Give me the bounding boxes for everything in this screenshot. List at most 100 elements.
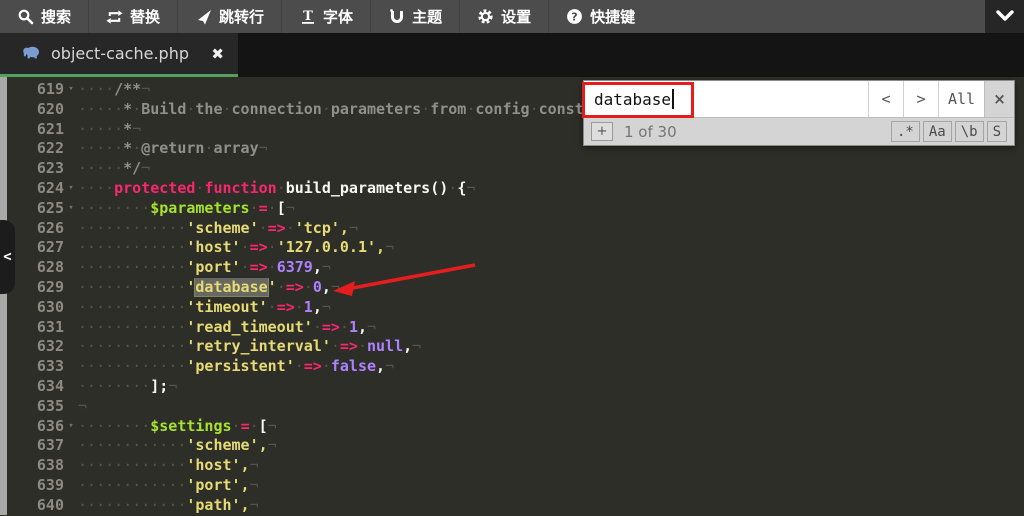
code-line-text: ············'read_timeout'·=>·1,¬	[78, 318, 1024, 338]
fold-marker	[64, 397, 78, 417]
line-number: 631	[0, 318, 64, 338]
search-match-count: 1 of 30	[624, 123, 677, 141]
line-number: 620	[0, 100, 64, 120]
line-number: 632	[0, 337, 64, 357]
line-number: 623	[0, 159, 64, 179]
fold-marker	[64, 318, 78, 338]
sidebar-collapsed-strip	[0, 77, 7, 515]
search-regex-toggle[interactable]: .*	[891, 121, 920, 142]
fold-marker[interactable]: ▾	[64, 417, 78, 437]
code-line: 638············'host',¬	[0, 456, 1024, 476]
chevron-down-icon	[996, 7, 1014, 26]
search-add-button[interactable]: +	[591, 122, 613, 141]
fold-marker	[64, 357, 78, 377]
shortcuts-icon: ?	[566, 8, 583, 25]
settings-icon	[477, 8, 494, 25]
search-selection-toggle[interactable]: S	[987, 121, 1007, 142]
toolbar-item-font[interactable]: T 字体	[281, 0, 370, 33]
svg-text:?: ?	[571, 10, 577, 23]
code-line: 634 ········];¬	[0, 377, 1024, 397]
sidebar-expand-handle[interactable]: <	[0, 220, 15, 294]
toolbar-item-label: 字体	[323, 6, 353, 27]
fold-marker	[64, 258, 78, 278]
code-line-text: ············'scheme',¬	[78, 436, 1024, 456]
search-prev-button[interactable]: <	[868, 81, 903, 117]
search-word-toggle[interactable]: \b	[955, 121, 984, 142]
line-number: 636	[0, 417, 64, 437]
code-line-text: ············'port'·=>·6379,¬	[78, 258, 1024, 278]
toolbar-collapse-button[interactable]	[985, 0, 1024, 33]
code-line-text: ········$parameters·=·[¬	[78, 199, 1024, 219]
search-all-button[interactable]: All	[938, 81, 984, 117]
line-number: 622	[0, 139, 64, 159]
tab-object-cache[interactable]: object-cache.php ✖	[0, 33, 238, 77]
code-line: 633 ············'persistent'·=>·false,¬	[0, 357, 1024, 377]
search-close-icon[interactable]: ×	[984, 81, 1014, 117]
search-icon	[17, 8, 34, 25]
fold-marker	[64, 436, 78, 456]
goto-line-icon	[195, 8, 212, 25]
code-line-text: ¬	[78, 397, 1024, 417]
line-number: 639	[0, 476, 64, 496]
fold-marker	[64, 476, 78, 496]
fold-marker	[64, 278, 78, 298]
code-line-text: ········];¬	[78, 377, 1024, 397]
toolbar-item-label: 搜索	[41, 6, 71, 27]
line-number: 634	[0, 377, 64, 397]
fold-marker	[64, 139, 78, 159]
toolbar-item-theme[interactable]: 主题	[370, 0, 459, 33]
line-number: 625	[0, 199, 64, 219]
svg-text:T: T	[303, 9, 313, 24]
chevron-left-icon: <	[3, 249, 11, 265]
search-next-button[interactable]: >	[903, 81, 938, 117]
toolbar-item-search[interactable]: 搜索	[0, 0, 88, 33]
code-line-text: ············'timeout'·=>·1,¬	[78, 298, 1024, 318]
toolbar-item-settings[interactable]: 设置	[459, 0, 548, 33]
line-number: 630	[0, 298, 64, 318]
search-query-text: database	[594, 90, 671, 109]
code-line: 632············'retry_interval'·=>·null,…	[0, 337, 1024, 357]
toolbar-item-label: 设置	[501, 6, 531, 27]
toolbar-item-label: 快捷键	[590, 6, 635, 27]
fold-marker[interactable]: ▾	[64, 199, 78, 219]
code-line-text: ········$settings·=·[¬	[78, 417, 1024, 437]
code-line-text: ············'port',¬	[78, 476, 1024, 496]
code-line-text: ············'host'·=>·'127.0.0.1',¬	[78, 238, 1024, 258]
tab-title: object-cache.php	[51, 44, 201, 63]
line-number: 633	[0, 357, 64, 377]
fold-marker	[64, 219, 78, 239]
toolbar-item-label: 跳转行	[219, 6, 264, 27]
code-line: 629············'database'·=>·0,¬	[0, 278, 1024, 298]
toolbar-item-goto-line[interactable]: 跳转行	[177, 0, 281, 33]
php-elephant-icon	[22, 44, 41, 63]
fold-marker	[64, 496, 78, 516]
search-panel: database < > All × + 1 of 30 .*Aa\bS	[583, 80, 1015, 146]
code-line: 630 ············'timeout'·=>·1,¬	[0, 298, 1024, 318]
fold-marker	[64, 377, 78, 397]
font-icon: T	[299, 8, 316, 25]
fold-marker[interactable]: ▾	[64, 179, 78, 199]
theme-icon	[388, 8, 405, 25]
search-case-toggle[interactable]: Aa	[923, 121, 952, 142]
code-line: 639 ············'port',¬	[0, 476, 1024, 496]
line-number: 638	[0, 456, 64, 476]
toolbar-item-shortcuts[interactable]: ? 快捷键	[548, 0, 652, 33]
search-input[interactable]: database	[584, 81, 868, 117]
toolbar-item-replace[interactable]: 替换	[88, 0, 177, 33]
fold-marker[interactable]: ▾	[64, 80, 78, 100]
toolbar-item-label: 替换	[130, 6, 160, 27]
line-number: 637	[0, 436, 64, 456]
code-line-text: ············'persistent'·=>·false,¬	[78, 357, 1024, 377]
fold-marker	[64, 159, 78, 179]
code-line: 623·····*/¬	[0, 159, 1024, 179]
code-line: 635¬	[0, 397, 1024, 417]
tab-close-icon[interactable]: ✖	[211, 45, 224, 63]
fold-marker	[64, 238, 78, 258]
code-line: 625▾········$parameters·=·[¬	[0, 199, 1024, 219]
code-line: 637 ············'scheme',¬	[0, 436, 1024, 456]
toolbar-item-label: 主题	[412, 6, 442, 27]
code-line: 636▾········$settings·=·[¬	[0, 417, 1024, 437]
line-number: 619	[0, 80, 64, 100]
code-line: 624▾····protected·function·build_paramet…	[0, 179, 1024, 199]
code-line: 628············'port'·=>·6379,¬	[0, 258, 1024, 278]
